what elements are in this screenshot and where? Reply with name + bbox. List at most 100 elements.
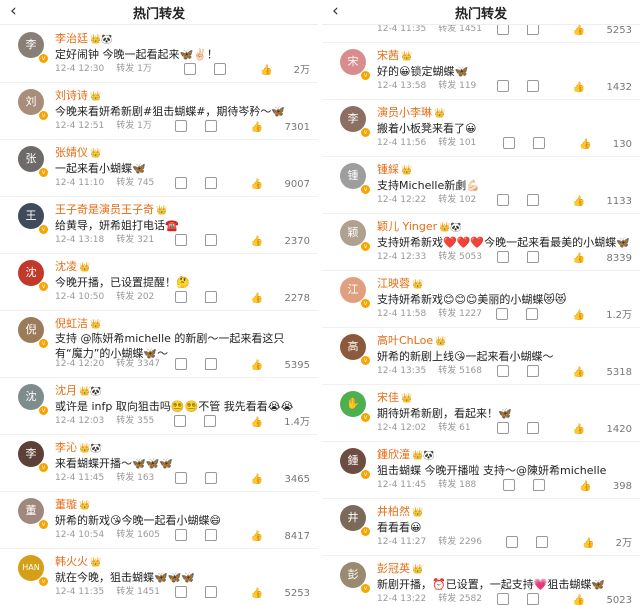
- like-button[interactable]: 👍 2万: [242, 65, 310, 76]
- comment-icon[interactable]: [204, 529, 217, 541]
- user-name[interactable]: 沈凌 👑: [55, 258, 90, 274]
- user-name[interactable]: 宋佳 👑: [377, 389, 412, 405]
- comment-icon[interactable]: [526, 80, 539, 92]
- like-button[interactable]: 👍 1.4万: [232, 417, 310, 428]
- comment-icon[interactable]: [526, 422, 539, 434]
- user-name-text[interactable]: 宋茜: [377, 49, 399, 62]
- like-button[interactable]: 👍 2万: [564, 538, 632, 549]
- share-icon[interactable]: [496, 365, 509, 377]
- user-name[interactable]: 张婧仪 👑: [55, 144, 101, 160]
- user-name[interactable]: 倪虹洁 👑: [55, 315, 101, 331]
- user-name[interactable]: 演员小李琳 👑: [377, 104, 445, 120]
- share-icon[interactable]: [505, 536, 518, 548]
- share-icon[interactable]: [496, 194, 509, 206]
- user-name-text[interactable]: 李治廷: [55, 32, 88, 45]
- like-button[interactable]: 👍 2278: [233, 293, 310, 304]
- comment-icon[interactable]: [204, 415, 217, 427]
- share-icon[interactable]: [174, 529, 187, 541]
- like-button[interactable]: 👍 5253: [233, 588, 310, 599]
- like-button[interactable]: 👍 1133: [555, 196, 632, 207]
- comment-icon[interactable]: [204, 177, 217, 189]
- user-name-text[interactable]: 演员小李琳: [377, 106, 432, 119]
- comment-icon[interactable]: [204, 234, 217, 246]
- user-name[interactable]: 韩火火 👑: [55, 553, 101, 569]
- like-button[interactable]: 👍 2370: [233, 236, 310, 247]
- user-name-text[interactable]: 彭冠英: [377, 562, 410, 575]
- user-name[interactable]: 董璇 👑: [55, 496, 90, 512]
- like-button[interactable]: 👍 8339: [555, 253, 632, 264]
- like-button[interactable]: 👍 1432: [555, 82, 632, 93]
- user-name[interactable]: 彭冠英 👑: [377, 560, 423, 576]
- user-name[interactable]: 王子奇是演员王子奇 👑: [55, 201, 167, 217]
- user-name-text[interactable]: 江映蓉: [377, 277, 410, 290]
- comment-icon[interactable]: [526, 251, 539, 263]
- share-icon[interactable]: [183, 63, 196, 75]
- user-name[interactable]: 李沁 👑🐼: [55, 439, 101, 455]
- user-name-text[interactable]: 宋佳: [377, 391, 399, 404]
- comment-icon[interactable]: [526, 308, 539, 320]
- share-icon[interactable]: [496, 80, 509, 92]
- like-button[interactable]: 👍 5318: [555, 367, 632, 378]
- share-icon[interactable]: [503, 137, 516, 149]
- user-name[interactable]: 沈月 👑🐼: [55, 382, 101, 398]
- comment-icon[interactable]: [204, 472, 217, 484]
- share-icon[interactable]: [174, 415, 187, 427]
- user-name[interactable]: 刘诗诗 👑: [55, 87, 101, 103]
- share-icon[interactable]: [174, 586, 187, 598]
- user-name[interactable]: 宋茜 👑: [377, 47, 412, 63]
- comment-icon[interactable]: [204, 358, 217, 370]
- user-name[interactable]: 锺綵 👑: [377, 161, 412, 177]
- like-button[interactable]: 👍 8417: [233, 531, 310, 542]
- user-name-text[interactable]: 李沁: [55, 441, 77, 454]
- like-button[interactable]: 👍 1.2万: [554, 310, 632, 321]
- like-button[interactable]: 👍 5023: [555, 595, 632, 605]
- comment-icon[interactable]: [204, 120, 217, 132]
- share-icon[interactable]: [174, 177, 187, 189]
- comment-icon[interactable]: [533, 479, 546, 491]
- comment-icon[interactable]: [204, 291, 217, 303]
- share-icon[interactable]: [174, 291, 187, 303]
- share-icon[interactable]: [496, 422, 509, 434]
- share-icon[interactable]: [496, 593, 509, 605]
- user-name-text[interactable]: 沈月: [55, 384, 77, 397]
- comment-icon[interactable]: [535, 536, 548, 548]
- share-icon[interactable]: [174, 234, 187, 246]
- comment-icon[interactable]: [526, 593, 539, 605]
- user-name-text[interactable]: 董璇: [55, 498, 77, 511]
- share-icon[interactable]: [496, 308, 509, 320]
- share-icon[interactable]: [503, 479, 516, 491]
- user-name[interactable]: 井柏然 👑: [377, 503, 423, 519]
- comment-icon[interactable]: [533, 137, 546, 149]
- user-name[interactable]: 江映蓉 👑: [377, 275, 423, 291]
- user-name-text[interactable]: 高叶ChLoe: [377, 334, 433, 347]
- user-name-text[interactable]: 刘诗诗: [55, 89, 88, 102]
- share-icon[interactable]: [174, 120, 187, 132]
- like-button[interactable]: 👍 7301: [233, 122, 310, 133]
- share-icon[interactable]: [496, 251, 509, 263]
- like-button[interactable]: 👍 5253: [555, 25, 632, 36]
- user-name-text[interactable]: 鍾欣潼: [377, 448, 410, 461]
- like-button[interactable]: 👍 5395: [233, 360, 310, 371]
- user-name-text[interactable]: 张婧仪: [55, 146, 88, 159]
- user-name[interactable]: 鍾欣潼 👑🐼: [377, 446, 434, 462]
- comment-icon[interactable]: [213, 63, 226, 75]
- share-icon[interactable]: [174, 358, 187, 370]
- comment-icon[interactable]: [204, 586, 217, 598]
- user-name-text[interactable]: 锺綵: [377, 163, 399, 176]
- user-name-text[interactable]: 韩火火: [55, 555, 88, 568]
- like-button[interactable]: 👍 1420: [555, 424, 632, 435]
- comment-icon[interactable]: [526, 194, 539, 206]
- like-button[interactable]: 👍 3465: [233, 474, 310, 485]
- comment-icon[interactable]: [526, 365, 539, 377]
- user-name-text[interactable]: 颖儿 Yinger: [377, 220, 437, 233]
- user-name-text[interactable]: 王子奇是演员王子奇: [55, 203, 154, 216]
- share-icon[interactable]: [174, 472, 187, 484]
- user-name-text[interactable]: 井柏然: [377, 505, 410, 518]
- like-button[interactable]: 👍 9007: [233, 179, 310, 190]
- user-name[interactable]: 李治廷 👑🐼: [55, 30, 112, 46]
- like-button[interactable]: 👍 398: [561, 481, 632, 492]
- user-name-text[interactable]: 倪虹洁: [55, 317, 88, 330]
- user-name-text[interactable]: 沈凌: [55, 260, 77, 273]
- like-button[interactable]: 👍 130: [561, 139, 632, 150]
- user-name[interactable]: 高叶ChLoe 👑: [377, 332, 446, 348]
